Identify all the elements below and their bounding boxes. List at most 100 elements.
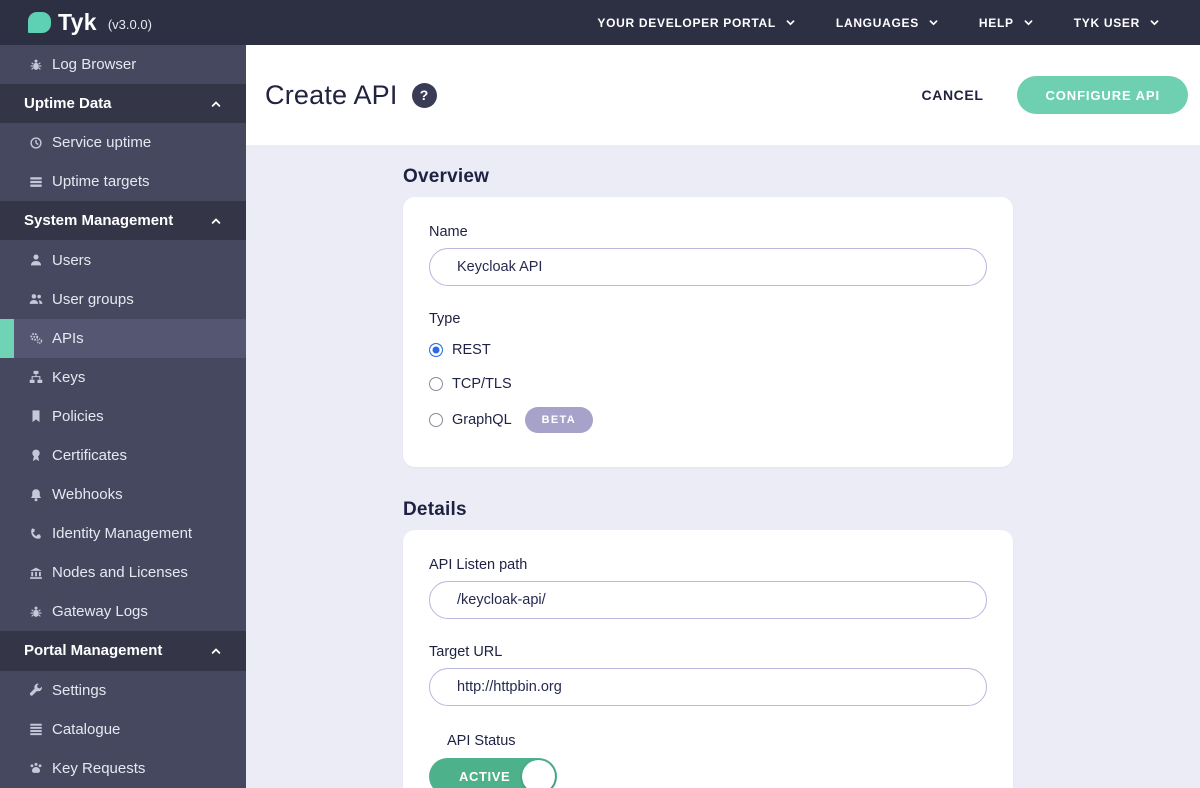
beta-badge: BETA [524, 407, 593, 433]
bookmark-icon [28, 409, 43, 424]
target-url-label: Target URL [429, 644, 503, 660]
list-icon [28, 722, 43, 737]
listen-path-input[interactable] [429, 581, 987, 619]
sidebar-item-key-requests[interactable]: Key Requests [0, 749, 246, 788]
api-status-label: API Status [447, 733, 516, 749]
menu-languages[interactable]: LANGUAGES [836, 16, 939, 30]
type-label: Type [429, 311, 461, 327]
chevron-down-icon [929, 20, 938, 26]
radio-label: TCP/TLS [452, 376, 512, 392]
page-title: Create API [265, 79, 398, 110]
sidebar-item-label: Nodes and Licenses [52, 564, 188, 582]
sidebar-item-label: Gateway Logs [52, 603, 148, 621]
sidebar-section-uptime-data[interactable]: Uptime Data [0, 84, 246, 124]
sidebar-section-label: Portal Management [24, 642, 163, 660]
user-icon [28, 253, 43, 268]
sidebar-item-identity-management[interactable]: Identity Management [0, 514, 246, 553]
sidebar-item-user-groups[interactable]: User groups [0, 280, 246, 319]
menu-help[interactable]: HELP [979, 16, 1034, 30]
sidebar-section-label: System Management [24, 212, 174, 230]
brand-version: (v3.0.0) [107, 16, 152, 32]
name-label: Name [429, 224, 468, 240]
details-card: API Listen path Target URL API Status AC… [403, 530, 1013, 788]
radio-label: REST [452, 342, 491, 358]
sidebar-item-users[interactable]: Users [0, 240, 246, 279]
sidebar-section-label: Uptime Data [24, 95, 112, 113]
bell-icon [28, 487, 43, 502]
sidebar-item-settings[interactable]: Settings [0, 671, 246, 710]
sidebar-item-log-browser[interactable]: Log Browser [0, 45, 246, 84]
sidebar-item-label: Uptime targets [52, 173, 150, 191]
uptime-clock-icon [28, 135, 43, 150]
sidebar-item-label: Log Browser [52, 56, 137, 74]
menu-label: LANGUAGES [835, 15, 919, 30]
cancel-button[interactable]: CANCEL [922, 87, 984, 103]
radio-button-icon [429, 343, 443, 357]
sidebar-item-keys[interactable]: Keys [0, 358, 246, 397]
brand-name: Tyk [58, 9, 97, 35]
page-header: Create API ? CANCEL CONFIGURE API [246, 45, 1200, 145]
chevron-up-icon [211, 218, 221, 224]
tyk-brand[interactable]: Tyk (v3.0.0) [28, 9, 152, 36]
menu-developer-portal[interactable]: YOUR DEVELOPER PORTAL [597, 16, 796, 30]
chevron-up-icon [211, 100, 221, 107]
sidebar-item-gateway-logs[interactable]: Gateway Logs [0, 592, 246, 631]
sidebar-item-policies[interactable]: Policies [0, 397, 246, 436]
help-icon[interactable]: ? [411, 82, 437, 108]
menu-label: TYK USER [1073, 15, 1140, 30]
radio-option-graphql[interactable]: GraphQL BETA [429, 407, 987, 433]
menu-label: HELP [978, 15, 1014, 30]
bank-icon [28, 565, 43, 580]
sidebar-item-label: Catalogue [52, 720, 121, 738]
toggle-state-text: ACTIVE [459, 769, 511, 784]
configure-api-button[interactable]: CONFIGURE API [1017, 76, 1188, 114]
api-status-toggle[interactable]: ACTIVE [429, 758, 557, 788]
chevron-down-icon [1024, 20, 1033, 26]
wrench-icon [28, 683, 43, 698]
paw-icon [28, 761, 43, 776]
sidebar-item-label: User groups [52, 290, 134, 308]
top-navbar: Tyk (v3.0.0) YOUR DEVELOPER PORTAL LANGU… [0, 0, 1200, 45]
sidebar-section-portal-management[interactable]: Portal Management [0, 631, 246, 671]
radio-label: GraphQL [452, 412, 512, 428]
sidebar-section-system-management[interactable]: System Management [0, 201, 246, 241]
certificate-icon [28, 448, 43, 463]
sidebar-item-apis[interactable]: APIs [0, 318, 246, 358]
sidebar-item-label: Policies [52, 407, 104, 425]
sitemap-icon [28, 370, 43, 385]
sidebar-item-label: APIs [52, 329, 84, 347]
radio-option-rest[interactable]: REST [429, 339, 987, 361]
overview-card: Name Type REST TCP/TLS GraphQL BETA [403, 197, 1013, 467]
radio-button-icon [429, 377, 443, 391]
chevron-up-icon [211, 648, 221, 654]
bug-icon [28, 57, 43, 72]
table-icon [28, 174, 43, 189]
tyk-logo-icon [28, 12, 51, 33]
overview-heading: Overview [403, 166, 490, 187]
chevron-down-icon [786, 20, 795, 26]
sidebar-item-certificates[interactable]: Certificates [0, 436, 246, 475]
name-input[interactable] [429, 248, 987, 286]
phone-icon [28, 526, 43, 541]
sidebar-item-label: Users [52, 251, 92, 269]
navbar-menu: YOUR DEVELOPER PORTAL LANGUAGES HELP TYK… [597, 16, 1160, 30]
sidebar-item-webhooks[interactable]: Webhooks [0, 475, 246, 514]
radio-button-icon [429, 413, 443, 427]
sidebar-item-label: Key Requests [52, 759, 146, 777]
target-url-input[interactable] [429, 668, 987, 706]
sidebar-item-catalogue[interactable]: Catalogue [0, 710, 246, 749]
toggle-knob [522, 760, 555, 788]
sidebar-item-uptime-targets[interactable]: Uptime targets [0, 162, 246, 201]
chevron-down-icon [1150, 20, 1159, 26]
sidebar-item-label: Keys [52, 368, 86, 386]
menu-tyk-user[interactable]: TYK USER [1074, 16, 1160, 30]
sidebar-item-label: Certificates [52, 446, 128, 464]
details-heading: Details [403, 499, 467, 520]
user-group-icon [28, 292, 43, 307]
cogs-icon [28, 331, 43, 346]
sidebar-item-label: Service uptime [52, 134, 152, 152]
sidebar-item-service-uptime[interactable]: Service uptime [0, 123, 246, 162]
sidebar-item-nodes-and-licenses[interactable]: Nodes and Licenses [0, 553, 246, 592]
radio-option-tcp-tls[interactable]: TCP/TLS [429, 373, 987, 395]
listen-path-label: API Listen path [429, 557, 528, 573]
